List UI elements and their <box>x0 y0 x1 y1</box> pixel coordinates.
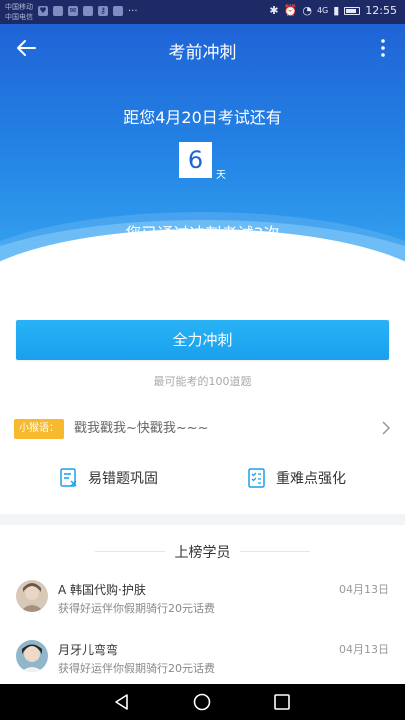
signal-icon: ▮ <box>333 4 340 17</box>
home-circle-icon[interactable] <box>192 692 212 712</box>
carrier-2: 中国电信 <box>5 13 33 21</box>
avatar <box>16 640 48 672</box>
checklist-icon <box>248 468 265 488</box>
note-edit-icon <box>60 468 77 487</box>
navigation-bar <box>0 684 405 720</box>
ranking-title: 上榜学员 <box>174 545 231 561</box>
page-title: 考前冲刺 <box>168 43 237 63</box>
shortcut-label: 重难点强化 <box>276 471 346 487</box>
bluetooth-icon: ✱ <box>269 4 279 17</box>
more-button[interactable] <box>375 36 391 60</box>
member-name: A 韩国代购·护肤 <box>58 583 146 597</box>
member-date: 04月13日 <box>339 583 389 596</box>
key-points-button[interactable]: 重难点强化 <box>248 466 346 490</box>
network-label: 4G <box>316 6 329 15</box>
sprint-button[interactable]: 全力冲刺 <box>16 320 389 360</box>
passed-count-text: 您已通过冲刺考试3次 <box>125 224 280 243</box>
wrong-questions-button[interactable]: 易错题巩固 <box>60 466 158 490</box>
countdown-text: 距您4月20日考试还有 <box>123 108 282 127</box>
heart-icon: ♥ <box>38 6 48 16</box>
carrier-label: 中国移动 中国电信 <box>5 2 33 22</box>
recent-apps-icon[interactable] <box>272 692 292 712</box>
tip-row[interactable]: 小猴语： 戳我戳我~快戳我~~~ <box>0 410 405 446</box>
mail-icon: ✉ <box>68 6 78 16</box>
days-count: 6 <box>179 142 212 178</box>
status-right: ✱ ⏰ ◔ 4G ▮ 12:55 <box>269 4 397 17</box>
app-icon <box>53 6 63 16</box>
avatar <box>16 580 48 612</box>
more-vertical-icon <box>381 39 385 57</box>
list-item[interactable]: A 韩国代购·护肤 获得好运伴你假期骑行20元话费 04月13日 <box>0 580 405 630</box>
chevron-right-icon <box>382 421 391 435</box>
carrier-1: 中国移动 <box>5 3 33 11</box>
alarm-icon: ⏰ <box>283 4 298 17</box>
member-date: 04月13日 <box>339 643 389 656</box>
member-message: 获得好运伴你假期骑行20元话费 <box>58 662 215 675</box>
wifi-icon: ◔ <box>302 4 312 17</box>
image-icon <box>83 6 93 16</box>
tip-text: 戳我戳我~快戳我~~~ <box>74 421 209 436</box>
days-unit: 天 <box>216 170 226 181</box>
key-icon: ⚷ <box>98 6 108 16</box>
notification-icons: ♥ ✉ ⚷ ··· <box>38 6 138 17</box>
member-name: 月牙儿弯弯 <box>58 643 119 657</box>
shortcut-label: 易错题巩固 <box>88 471 158 487</box>
more-notifications-icon: ··· <box>128 6 138 17</box>
chat-icon <box>113 6 123 16</box>
tip-badge: 小猴语： <box>14 419 64 439</box>
list-item[interactable]: 月牙儿弯弯 获得好运伴你假期骑行20元话费 04月13日 <box>0 640 405 690</box>
battery-icon <box>344 6 361 15</box>
status-bar: 中国移动 中国电信 ♥ ✉ ⚷ ··· ✱ ⏰ ◔ 4G ▮ 12:55 <box>0 0 405 24</box>
sprint-subtitle: 最可能考的100道题 <box>153 375 252 388</box>
clock: 12:55 <box>365 4 397 17</box>
member-message: 获得好运伴你假期骑行20元话费 <box>58 602 215 615</box>
back-triangle-icon[interactable] <box>112 692 132 712</box>
